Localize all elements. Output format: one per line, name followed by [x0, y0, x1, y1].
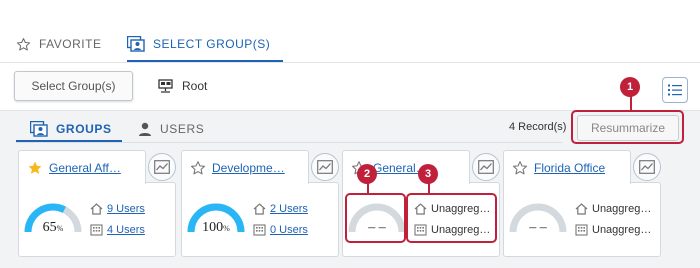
user-count-row[interactable]: 9 Users [90, 202, 145, 216]
home-icon [90, 203, 103, 215]
user-count-text: Unaggreg… [592, 203, 652, 215]
member-count-text[interactable]: 0 Users [270, 224, 308, 236]
star-outline-icon [16, 37, 31, 52]
trend-chart-button[interactable] [148, 153, 176, 181]
star-outline-icon[interactable] [190, 160, 206, 176]
tab-groups-label: GROUPS [56, 122, 112, 136]
group-name-link[interactable]: Developme… [212, 161, 285, 175]
callout-badge-3: 3 [418, 164, 438, 184]
top-tab-bar: FAVORITE SELECT GROUP(S) [0, 28, 700, 63]
tab-favorite[interactable]: FAVORITE [16, 28, 101, 60]
member-count-row[interactable]: 0 Users [253, 223, 308, 237]
member-count-text[interactable]: 4 Users [107, 224, 145, 236]
group-card-header: Florida Office [503, 150, 631, 184]
tab-groups[interactable]: GROUPS [30, 118, 112, 140]
home-icon [575, 203, 588, 215]
callout-badge-1: 1 [620, 77, 640, 97]
callout-badge-2: 2 [357, 164, 377, 184]
select-groups-button[interactable]: Select Group(s) [14, 71, 133, 101]
home-icon [253, 203, 266, 215]
group-card-header: Developme… [181, 150, 309, 184]
member-count-row: Unaggreg… [575, 223, 651, 237]
hierarchy-icon [158, 79, 174, 93]
group-select-icon [30, 121, 48, 137]
group-select-icon [127, 36, 145, 52]
building-icon [90, 224, 103, 236]
tab-divider [16, 142, 562, 143]
root-breadcrumb[interactable]: Root [158, 79, 207, 93]
trend-chart-icon [154, 160, 170, 174]
gauge-value: – – [529, 220, 547, 235]
callout-leader-1 [630, 95, 632, 111]
user-count-text[interactable]: 9 Users [107, 203, 145, 215]
group-card-header: General Aff… [18, 150, 146, 184]
group-name-link[interactable]: Florida Office [534, 161, 605, 175]
user-count-row: Unaggreg… [575, 202, 651, 216]
user-count-row[interactable]: 2 Users [253, 202, 308, 216]
group-name-link[interactable]: General Aff… [49, 161, 121, 175]
trend-chart-button[interactable] [633, 153, 661, 181]
building-icon [575, 224, 588, 236]
star-filled-icon[interactable] [27, 160, 43, 176]
tab-favorite-label: FAVORITE [39, 37, 102, 51]
star-outline-icon[interactable] [512, 160, 528, 176]
list-view-icon [668, 84, 682, 96]
tab-select-groups-label: SELECT GROUP(S) [153, 37, 271, 51]
gauge-value: 100% [202, 220, 230, 235]
user-icon [138, 122, 152, 136]
callout-highlight-1 [571, 110, 684, 144]
trend-chart-icon [478, 160, 494, 174]
callout-highlight-2 [345, 193, 406, 243]
group-card[interactable]: General Aff… 65% 9 Users 4 Users [18, 150, 176, 257]
record-count: 4 Record(s) [509, 121, 567, 133]
member-count-text: Unaggreg… [592, 224, 652, 236]
callout-highlight-3 [406, 193, 497, 243]
trend-chart-icon [639, 160, 655, 174]
tab-select-groups[interactable]: SELECT GROUP(S) [127, 28, 284, 62]
member-count-row[interactable]: 4 Users [90, 223, 145, 237]
trend-chart-icon [317, 160, 333, 174]
tab-users[interactable]: USERS [138, 118, 204, 140]
gauge-value: 65% [42, 220, 64, 235]
user-count-text[interactable]: 2 Users [270, 203, 308, 215]
trend-chart-button[interactable] [311, 153, 339, 181]
group-card[interactable]: Developme… 100% 2 Users 0 Users [181, 150, 339, 257]
tab-users-label: USERS [160, 122, 205, 136]
building-icon [253, 224, 266, 236]
group-card[interactable]: Florida Office – – Unaggreg… Unaggreg… [503, 150, 661, 257]
list-view-button[interactable] [662, 77, 688, 103]
root-label: Root [182, 79, 208, 93]
trend-chart-button[interactable] [472, 153, 500, 181]
